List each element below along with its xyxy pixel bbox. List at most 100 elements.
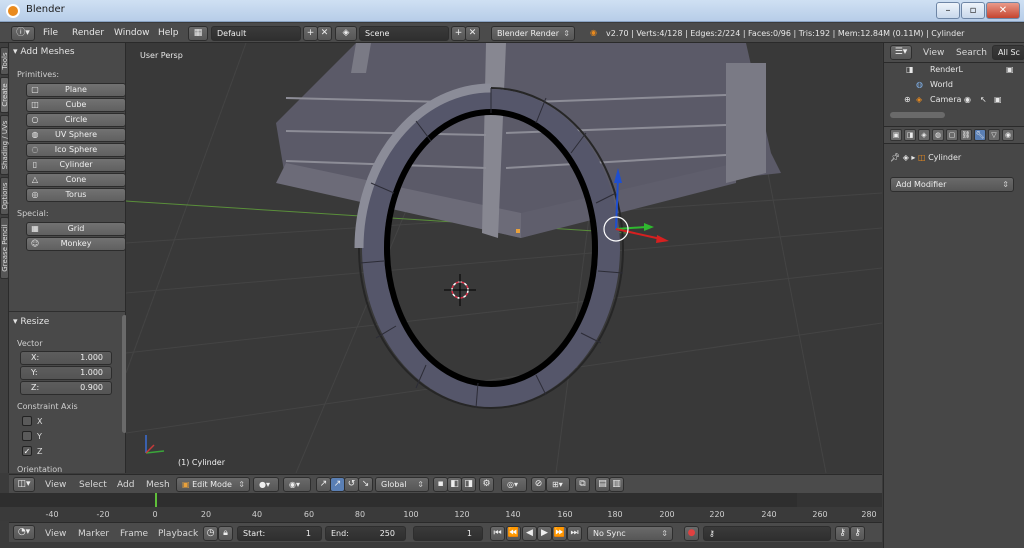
pin-icon[interactable]: 📌︎ xyxy=(890,153,900,162)
timeline-ruler[interactable]: -40 -20 0 20 40 60 80 100 120 140 160 18… xyxy=(0,493,882,521)
occlude-geometry-icon[interactable]: ⚙ xyxy=(479,477,494,492)
render-layers-tab-icon[interactable]: ◨ xyxy=(904,129,916,141)
tab-grease-pencil[interactable]: Grease Pencil xyxy=(0,217,9,279)
menu-help[interactable]: Help xyxy=(158,28,179,38)
add-modifier-select[interactable]: Add Modifier ⇕ xyxy=(890,177,1014,192)
play-icon[interactable]: ▶ xyxy=(537,526,552,541)
minimize-button[interactable]: – xyxy=(936,2,960,19)
current-frame-marker[interactable] xyxy=(155,493,157,507)
modifiers-wrench-tab-icon[interactable]: 🔧︎ xyxy=(974,129,986,141)
mode-select[interactable]: ▣ Edit Mode ⇕ xyxy=(176,477,250,492)
resize-header[interactable]: ▾ Resize xyxy=(13,317,49,327)
face-select-icon[interactable]: ◨ xyxy=(461,477,476,492)
start-frame-field[interactable]: Start: 1 xyxy=(237,526,322,541)
menu-add[interactable]: Add xyxy=(117,480,134,490)
viewport-shading-select[interactable]: ●▾ xyxy=(253,477,279,492)
menu-file[interactable]: File xyxy=(43,28,58,38)
add-ico-sphere-button[interactable]: ◌ Ico Sphere xyxy=(26,143,126,157)
constraint-z-checkbox[interactable]: ✓ xyxy=(22,446,32,456)
world-tab-icon[interactable]: ◍ xyxy=(932,129,944,141)
add-uv-sphere-button[interactable]: ◍ UV Sphere xyxy=(26,128,126,142)
screen-layout-icon[interactable]: ▦ xyxy=(188,26,208,41)
transform-orientation-select[interactable]: Global ⇕ xyxy=(375,477,429,492)
editor-type-info-icon[interactable]: ⓘ▾ xyxy=(11,26,35,41)
insert-keyframe-icon[interactable]: ⚷ xyxy=(835,526,850,541)
render-engine-select[interactable]: Blender Render ⇕ xyxy=(491,26,575,41)
preview-range-icon[interactable]: ◷ xyxy=(203,526,218,541)
menu-select[interactable]: Select xyxy=(79,480,107,490)
outliner-row-camera[interactable]: ⊕ ◈ Camera ◉ ↖ ▣ xyxy=(884,95,1024,110)
proportional-edit-select[interactable]: ◎▾ xyxy=(501,477,527,492)
remove-scene-icon[interactable]: ✕ xyxy=(465,26,480,41)
data-tab-icon[interactable]: ▽ xyxy=(988,129,1000,141)
render-tab-icon[interactable]: ▣ xyxy=(890,129,902,141)
opengl-render-icon[interactable]: ▤ xyxy=(595,477,610,492)
material-tab-icon[interactable]: ◉ xyxy=(1002,129,1014,141)
menu-window[interactable]: Window xyxy=(114,28,150,38)
scene-tab-icon[interactable]: ◈ xyxy=(918,129,930,141)
outliner-row-renderlayers[interactable]: ◨ RenderL ▣ xyxy=(884,65,1024,80)
add-cube-button[interactable]: ◫ Cube xyxy=(26,98,126,112)
timeline-menu-view[interactable]: View xyxy=(45,529,66,539)
editor-type-timeline-icon[interactable]: ◔▾ xyxy=(13,525,35,540)
add-monkey-button[interactable]: ☺ Monkey xyxy=(26,237,126,251)
outliner-filter-select[interactable]: All Sc xyxy=(992,45,1024,60)
sync-mode-select[interactable]: No Sync ⇕ xyxy=(587,526,673,541)
manipulator-toggle-icon[interactable]: ↗ xyxy=(316,477,331,492)
add-cylinder-button[interactable]: ▯ Cylinder xyxy=(26,158,126,172)
keying-set-field[interactable]: ⚷ xyxy=(703,526,831,541)
tab-shading-uvs[interactable]: Shading / UVs xyxy=(0,115,9,175)
add-torus-button[interactable]: ◎ Torus xyxy=(26,188,126,202)
outliner-scrollbar[interactable] xyxy=(890,112,945,118)
scene-select[interactable]: Scene xyxy=(359,26,449,41)
record-icon[interactable]: ● xyxy=(684,526,699,541)
prev-keyframe-icon[interactable]: ⏪ xyxy=(506,526,521,541)
close-button[interactable]: ✕ xyxy=(986,2,1020,19)
vector-y-field[interactable]: Y: 1.000 xyxy=(20,366,112,380)
maximize-button[interactable]: ▫ xyxy=(961,2,985,19)
object-tab-icon[interactable]: ▢ xyxy=(946,129,958,141)
render-preview-icon[interactable]: ⧉ xyxy=(575,477,590,492)
add-circle-button[interactable]: ○ Circle xyxy=(26,113,126,127)
add-plane-button[interactable]: ▢ Plane xyxy=(26,83,126,97)
timeline-scrub-area[interactable] xyxy=(0,493,882,507)
select-arrow-icon[interactable]: ↖ xyxy=(980,95,987,104)
rotate-manipulator-icon[interactable]: ↺ xyxy=(344,477,359,492)
opengl-anim-icon[interactable]: ▥ xyxy=(609,477,624,492)
layer-icon[interactable]: ▪ xyxy=(433,477,448,492)
snap-toggle-icon[interactable]: ⊘ xyxy=(531,477,546,492)
add-scene-icon[interactable]: + xyxy=(451,26,466,41)
editor-type-outliner-icon[interactable]: ☰▾ xyxy=(890,45,912,60)
3d-viewport[interactable]: User Persp (1) Cylinder xyxy=(126,43,882,473)
outliner-menu-view[interactable]: View xyxy=(923,48,944,58)
add-cone-button[interactable]: △ Cone xyxy=(26,173,126,187)
lock-range-icon[interactable]: 🔒︎ xyxy=(218,526,233,541)
vector-z-field[interactable]: Z: 0.900 xyxy=(20,381,112,395)
timeline-menu-playback[interactable]: Playback xyxy=(158,529,198,539)
snap-element-select[interactable]: ⊞▾ xyxy=(546,477,570,492)
add-grid-button[interactable]: ▦ Grid xyxy=(26,222,126,236)
scale-manipulator-icon[interactable]: ↘ xyxy=(358,477,373,492)
current-frame-field[interactable]: 1 xyxy=(413,526,483,541)
tab-options[interactable]: Options xyxy=(0,177,9,215)
add-meshes-header[interactable]: ▾ Add Meshes xyxy=(13,47,75,57)
jump-start-icon[interactable]: ⏮ xyxy=(490,526,505,541)
outliner-row-world[interactable]: ◍ World xyxy=(884,80,1024,95)
editor-type-3d-icon[interactable]: ◫▾ xyxy=(13,477,35,492)
end-frame-field[interactable]: End: 250 xyxy=(325,526,406,541)
next-keyframe-icon[interactable]: ⏩ xyxy=(552,526,567,541)
screen-layout-select[interactable]: Default xyxy=(211,26,301,41)
pivot-point-select[interactable]: ◉▾ xyxy=(283,477,311,492)
timeline-menu-marker[interactable]: Marker xyxy=(78,529,109,539)
menu-mesh[interactable]: Mesh xyxy=(146,480,170,490)
constraint-y-checkbox[interactable] xyxy=(22,431,32,441)
menu-view[interactable]: View xyxy=(45,480,66,490)
constraint-x-checkbox[interactable] xyxy=(22,416,32,426)
delete-keyframe-icon[interactable]: ⚷ xyxy=(850,526,865,541)
menu-render[interactable]: Render xyxy=(72,28,104,38)
vector-x-field[interactable]: X: 1.000 xyxy=(20,351,112,365)
scene-icon[interactable]: ◈ xyxy=(335,26,357,41)
vertex-select-icon[interactable]: ◧ xyxy=(447,477,462,492)
tab-create[interactable]: Create xyxy=(0,77,9,113)
tab-tools[interactable]: Tools xyxy=(0,47,9,75)
